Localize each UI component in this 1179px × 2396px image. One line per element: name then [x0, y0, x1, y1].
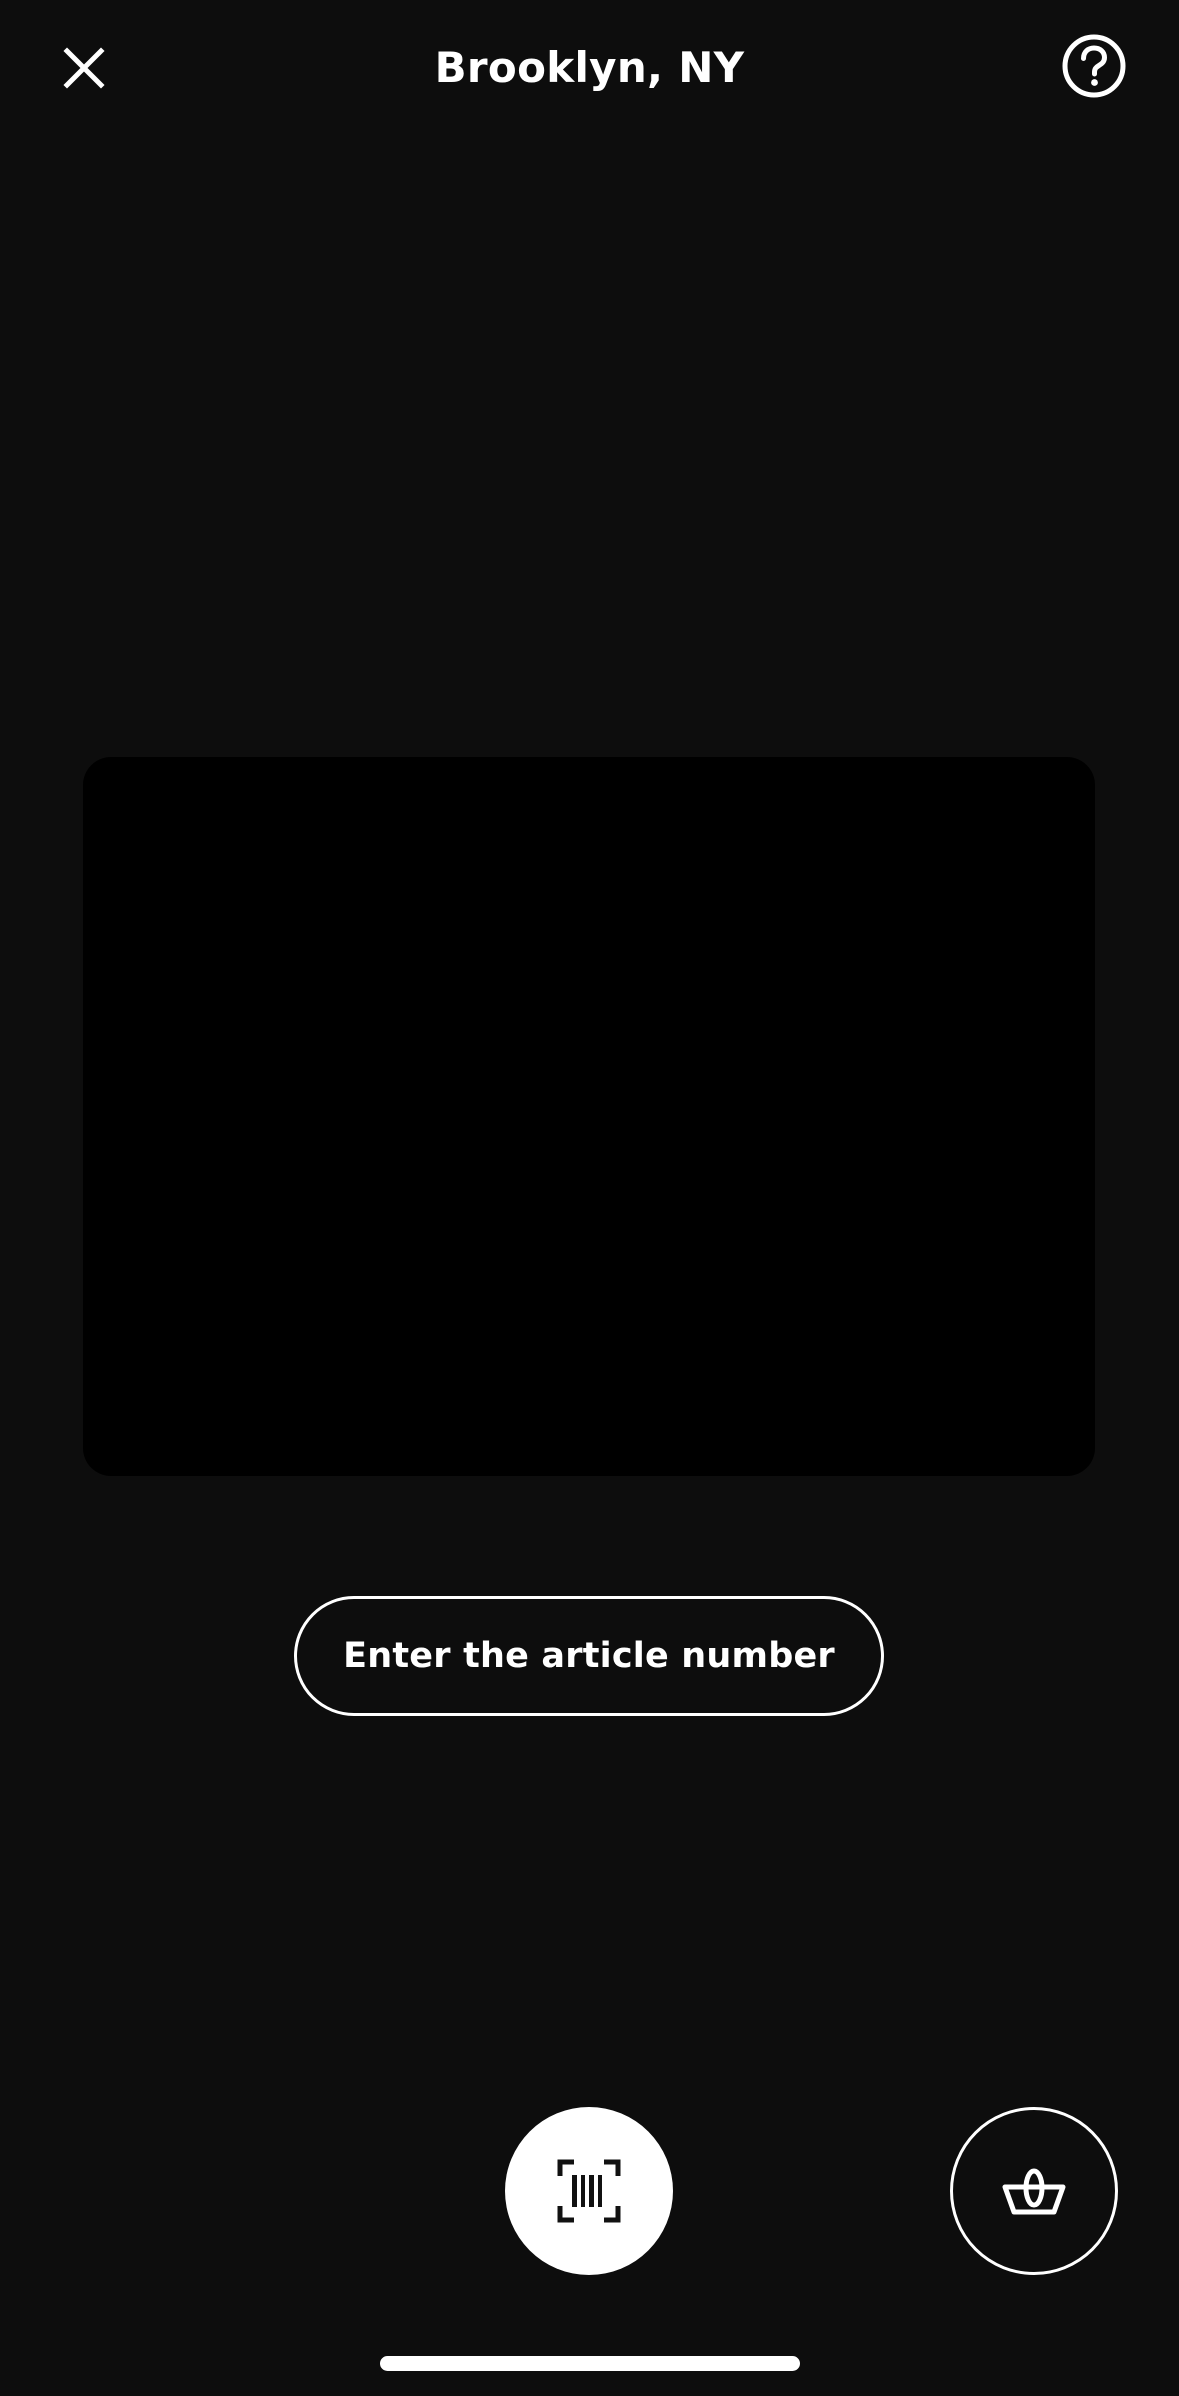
header: Brooklyn, NY [0, 0, 1179, 140]
scan-button[interactable] [505, 2107, 673, 2275]
page-title: Brooklyn, NY [434, 43, 745, 92]
question-circle-icon [1062, 34, 1126, 98]
barcode-scan-icon [557, 2159, 621, 2223]
home-indicator[interactable] [380, 2356, 800, 2371]
enter-article-number-button[interactable]: Enter the article number [294, 1596, 884, 1716]
shopping-basket-button[interactable] [950, 2107, 1118, 2275]
camera-viewfinder [83, 757, 1095, 1476]
help-button[interactable] [1061, 33, 1127, 99]
basket-icon [1002, 2168, 1066, 2215]
enter-article-number-label: Enter the article number [343, 1636, 835, 1676]
